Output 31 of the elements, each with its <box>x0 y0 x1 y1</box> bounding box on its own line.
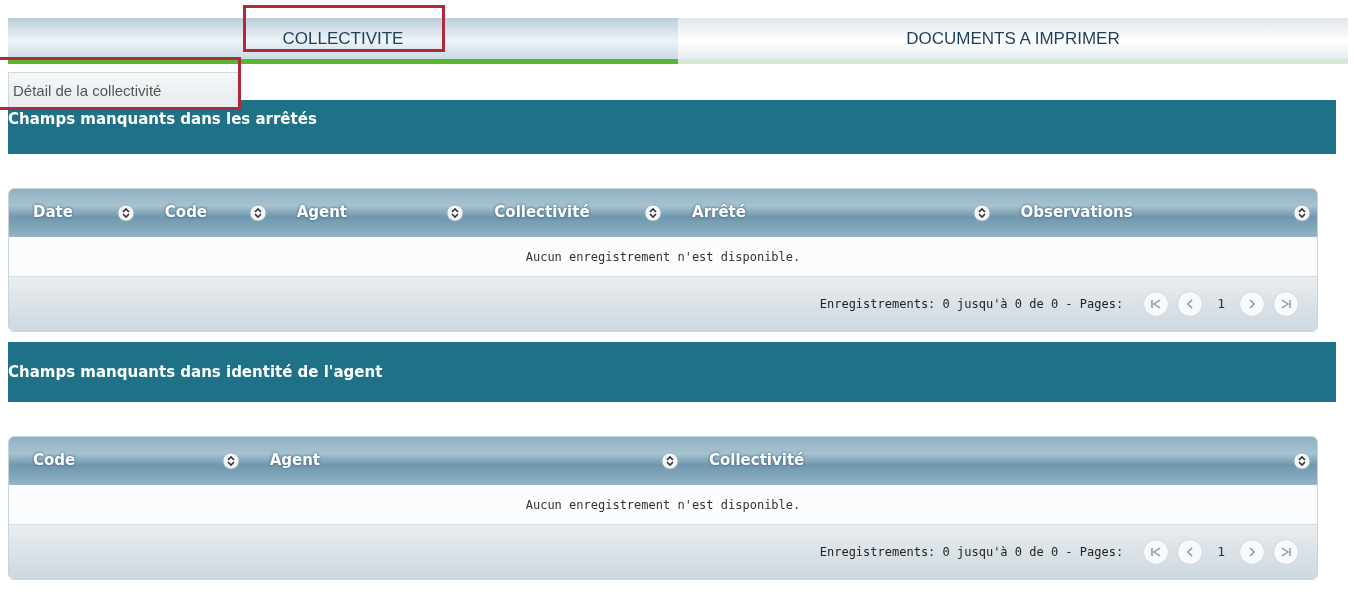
sort-icon[interactable] <box>446 203 465 222</box>
subtab[interactable]: Détail de la collectivité <box>8 72 240 110</box>
pager-summary: Enregistrements: 0 jusqu'à 0 de 0 - Pages: <box>819 544 1124 561</box>
last-page-icon <box>1279 297 1293 311</box>
pager-summary: Enregistrements: 0 jusqu'à 0 de 0 - Pages: <box>819 296 1124 313</box>
column-header[interactable]: Code <box>9 437 246 484</box>
column-header[interactable]: Agent <box>245 437 685 484</box>
sort-icon[interactable] <box>116 203 135 222</box>
last-page-icon <box>1279 545 1293 559</box>
column-header[interactable]: Agent <box>272 189 471 236</box>
section-title: Champs manquants dans les arrêtés <box>8 109 317 130</box>
sort-icon[interactable] <box>1293 203 1311 222</box>
column-header[interactable]: Code <box>140 189 273 236</box>
column-header[interactable]: Collectivité <box>685 437 1317 484</box>
column-header[interactable]: Collectivité <box>470 189 669 236</box>
sort-icon[interactable] <box>972 203 991 222</box>
sort-icon[interactable] <box>221 451 240 470</box>
sort-icon[interactable] <box>248 203 267 222</box>
column-header[interactable]: Date <box>9 189 141 236</box>
sort-icon[interactable] <box>1293 451 1311 470</box>
section-title: Champs manquants dans identité de l'agent <box>8 361 383 383</box>
tab[interactable]: DOCUMENTS A IMPRIMER <box>678 18 1348 64</box>
page-number: 1 <box>1216 295 1226 314</box>
sort-icon[interactable] <box>644 203 663 222</box>
empty-message: Aucun enregistrement n'est disponible. <box>525 496 801 514</box>
page-number: 1 <box>1216 543 1226 562</box>
sort-icon[interactable] <box>661 451 679 470</box>
column-header[interactable]: Observations <box>996 189 1317 236</box>
tab[interactable]: COLLECTIVITE <box>8 18 678 64</box>
column-header[interactable]: Arrêté <box>668 189 997 236</box>
empty-message: Aucun enregistrement n'est disponible. <box>525 248 801 266</box>
